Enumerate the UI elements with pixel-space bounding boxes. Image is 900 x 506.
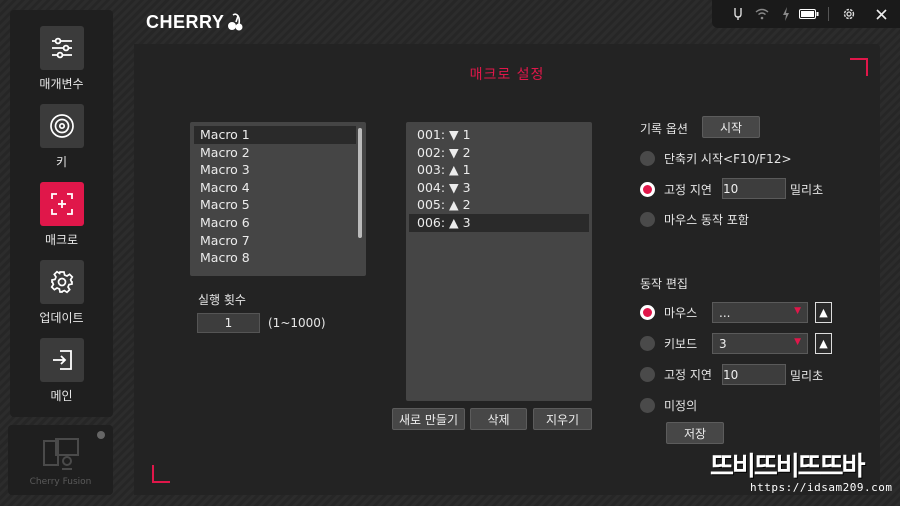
fusion-label: Cherry Fusion — [29, 477, 92, 487]
watermark: 뜨비뜨비뜨뜨바 https://idsam209.com — [706, 444, 892, 500]
execution-range: (1~1000) — [268, 316, 326, 330]
radio-button[interactable] — [640, 304, 655, 320]
select-value: 3 — [719, 336, 727, 351]
radio-label: 미정의 — [664, 398, 698, 413]
sidebar-item-main[interactable]: 메인 — [10, 338, 113, 416]
list-item[interactable]: Macro 7 — [194, 232, 356, 250]
list-item[interactable]: 001: ▼ 1 — [409, 126, 589, 144]
key-target-icon — [39, 104, 84, 148]
macro-icon — [39, 182, 84, 226]
radio-include-mouse[interactable]: 마우스 동작 포함 — [640, 208, 749, 230]
clear-button[interactable]: 지우기 — [533, 408, 592, 430]
radio-button[interactable] — [640, 366, 655, 382]
gear-icon — [39, 260, 84, 304]
keyboard-up-toggle[interactable]: ▲ — [815, 333, 832, 354]
sidebar-item-parameters[interactable]: 매개변수 — [10, 26, 113, 104]
cherry-icon — [228, 12, 243, 30]
devices-icon — [42, 435, 80, 477]
sidebar-item-label: 매개변수 — [39, 77, 84, 91]
execution-count-input[interactable] — [197, 313, 260, 333]
brand-name: CHERRY — [146, 12, 225, 32]
select-value: ... — [719, 305, 731, 320]
top-bar: CHERRY — [0, 0, 900, 44]
macro-panel: 매크로 설정 Macro 1 Macro 2 Macro 3 Macro 4 M… — [134, 44, 880, 495]
radio-label: 단축키 시작<F10/F12> — [664, 151, 792, 166]
status-dot — [97, 431, 105, 439]
sidebar-item-update[interactable]: 업데이트 — [10, 260, 113, 338]
edit-delay-unit: 밀리초 — [790, 369, 824, 383]
charging-icon — [774, 2, 798, 26]
radio-button[interactable] — [640, 150, 655, 166]
list-item[interactable]: 006: ▲ 3 — [409, 213, 589, 232]
chevron-down-icon: ▼ — [794, 337, 801, 347]
scrollbar[interactable] — [358, 128, 362, 238]
list-item[interactable]: Macro 5 — [194, 196, 356, 214]
radio-label: 마우스 동작 포함 — [664, 212, 749, 227]
macro-list[interactable]: Macro 1 Macro 2 Macro 3 Macro 4 Macro 5 … — [190, 122, 366, 276]
radio-label: 키보드 — [664, 336, 698, 351]
record-options-label: 기록 옵션 — [640, 122, 688, 136]
list-item[interactable]: 005: ▲ 2 — [409, 196, 589, 214]
record-start-button[interactable]: 시작 — [702, 116, 760, 138]
macro-steps-list[interactable]: 001: ▼ 1 002: ▼ 2 003: ▲ 1 004: ▼ 3 005:… — [406, 122, 592, 401]
radio-label: 고정 지연 — [664, 367, 712, 382]
sidebar-item-label: 메인 — [50, 389, 73, 403]
divider — [828, 7, 829, 21]
window-controls — [712, 0, 900, 28]
edit-delay-input[interactable] — [722, 364, 786, 385]
sidebar-item-label: 업데이트 — [39, 311, 84, 325]
sidebar-item-key[interactable]: 키 — [10, 104, 113, 182]
list-item[interactable]: Macro 8 — [194, 249, 356, 267]
list-item[interactable]: 002: ▼ 2 — [409, 144, 589, 162]
sidebar-item-label: 키 — [55, 155, 68, 169]
watermark-url: https://idsam209.com — [750, 481, 893, 494]
brand-logo: CHERRY — [146, 12, 243, 33]
record-delay-unit: 밀리초 — [790, 183, 824, 197]
exit-icon — [39, 338, 84, 382]
mouse-up-toggle[interactable]: ▲ — [815, 302, 832, 323]
radio-edit-fixed-delay[interactable]: 고정 지연 — [640, 363, 712, 385]
cherry-fusion-tile[interactable]: Cherry Fusion — [8, 425, 113, 495]
sidebar-item-macro[interactable]: 매크로 — [10, 182, 113, 260]
new-macro-button[interactable]: 새로 만들기 — [392, 408, 465, 430]
list-item[interactable]: Macro 6 — [194, 214, 356, 232]
record-delay-input[interactable] — [722, 178, 786, 199]
delete-button[interactable]: 삭제 — [470, 408, 527, 430]
list-item[interactable]: Macro 1 — [194, 126, 356, 144]
watermark-text: 뜨비뜨비뜨뜨바 — [710, 452, 865, 482]
sidebar-item-label: 매크로 — [44, 233, 79, 247]
wifi-icon — [750, 2, 774, 26]
keyboard-key-select[interactable]: 3 ▼ — [712, 333, 808, 354]
panel-title: 매크로 설정 — [469, 67, 545, 83]
save-button[interactable]: 저장 — [666, 422, 724, 444]
list-item[interactable]: Macro 2 — [194, 144, 356, 162]
list-item[interactable]: Macro 4 — [194, 179, 356, 197]
corner-accent — [152, 465, 170, 483]
settings-icon[interactable] — [837, 2, 861, 26]
radio-button[interactable] — [640, 335, 655, 351]
list-item[interactable]: 003: ▲ 1 — [409, 161, 589, 179]
radio-label: 고정 지연 — [664, 182, 712, 197]
list-item[interactable]: 004: ▼ 3 — [409, 179, 589, 197]
battery-icon — [798, 2, 820, 26]
chevron-down-icon: ▼ — [794, 306, 801, 316]
edit-action-label: 동작 편집 — [640, 277, 688, 291]
radio-button[interactable] — [640, 181, 655, 197]
usb-icon — [726, 2, 750, 26]
radio-mouse[interactable]: 마우스 — [640, 301, 697, 323]
sidebar: 매개변수 키 매크로 업데이트 메인 — [10, 10, 113, 417]
radio-undefined[interactable]: 미정의 — [640, 394, 697, 416]
radio-keyboard[interactable]: 키보드 — [640, 332, 697, 354]
sliders-icon — [39, 26, 84, 70]
radio-button[interactable] — [640, 397, 655, 413]
radio-button[interactable] — [640, 211, 655, 227]
radio-hotkey-start[interactable]: 단축키 시작<F10/F12> — [640, 147, 792, 169]
close-icon[interactable] — [869, 2, 893, 26]
list-item[interactable]: Macro 3 — [194, 161, 356, 179]
radio-fixed-delay[interactable]: 고정 지연 — [640, 178, 712, 200]
mouse-action-select[interactable]: ... ▼ — [712, 302, 808, 323]
execution-count-label: 실행 횟수 — [198, 293, 246, 307]
radio-label: 마우스 — [664, 305, 698, 320]
